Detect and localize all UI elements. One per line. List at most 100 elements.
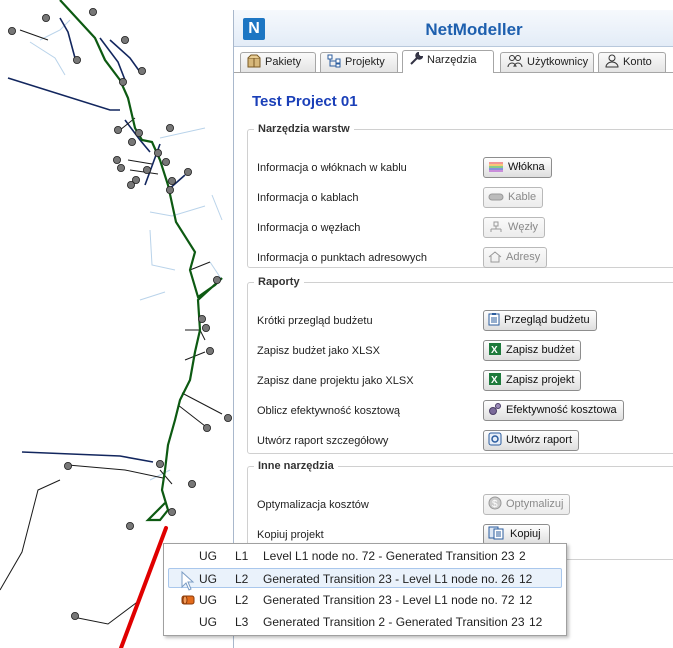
gears-icon (489, 403, 501, 415)
segment-count: 2 (519, 549, 526, 563)
section-reports: Raporty Krótki przegląd budżetu Przegląd… (247, 276, 673, 454)
button-label: Węzły (508, 221, 538, 233)
segment-selection-popup: UG L1 Level L1 node no. 72 - Generated T… (163, 543, 567, 636)
row-label: Zapisz budżet jako XLSX (257, 345, 380, 357)
tab-uzytkownicy[interactable]: Użytkownicy (500, 52, 594, 72)
segment-level: L2 (235, 572, 249, 586)
section-title: Inne narzędzia (258, 460, 334, 472)
package-icon (247, 54, 261, 68)
excel-icon: X (489, 373, 501, 386)
fibers-button[interactable]: Włókna (483, 157, 552, 178)
row-detailed-report: Utwórz raport szczegółowy Utwórz raport (257, 430, 667, 452)
popup-item-selected[interactable]: UG L2 Generated Transition 23 - Level L1… (168, 568, 562, 591)
button-label: Efektywność kosztowa (506, 404, 617, 416)
copy-button[interactable]: Kopiuj (483, 524, 550, 545)
distribution-lines (0, 29, 223, 625)
row-nodes-info: Informacja o węzłach Węzły (257, 217, 667, 239)
tab-narzedzia[interactable]: Narzędzia (402, 50, 494, 73)
trunk-line (59, 0, 223, 522)
segment-level: L2 (235, 593, 249, 607)
row-cost-efficiency: Oblicz efektywność kosztową Efektywność … (257, 400, 667, 422)
row-fibers-info: Informacja o włóknach w kablu Włókna (257, 157, 667, 179)
segment-name: Generated Transition 23 - Level L1 node … (263, 572, 515, 586)
budget-overview-button[interactable]: Przegląd budżetu (483, 310, 597, 331)
user-icon (605, 54, 619, 68)
addresses-button[interactable]: Adresy (483, 247, 548, 268)
svg-text:$: $ (492, 499, 498, 510)
svg-text:X: X (491, 345, 498, 356)
row-save-budget-xlsx: Zapisz budżet jako XLSX X Zapisz budżet (257, 340, 667, 362)
netmodeller-logo-icon: N (243, 18, 265, 40)
excel-icon: X (489, 343, 501, 356)
save-project-button[interactable]: X Zapisz projekt (483, 370, 582, 391)
tab-label: Konto (623, 56, 652, 68)
row-address-points-info: Informacja o punktach adresowych Adresy (257, 247, 667, 269)
row-label: Informacja o włóknach w kablu (257, 162, 407, 174)
popup-item[interactable]: UG L3 Generated Transition 2 - Generated… (168, 612, 562, 632)
cost-efficiency-button[interactable]: Efektywność kosztowa (483, 400, 624, 421)
section-title: Raporty (258, 276, 300, 288)
house-icon (488, 251, 502, 263)
row-label: Informacja o punktach adresowych (257, 252, 427, 264)
mouse-cursor-icon (181, 571, 195, 591)
app-title: NetModeller (425, 20, 523, 39)
save-budget-button[interactable]: X Zapisz budżet (483, 340, 582, 361)
copy-icon (488, 526, 504, 540)
tab-konto[interactable]: Konto (598, 52, 666, 72)
segment-type: UG (199, 572, 217, 586)
segment-count: 12 (519, 593, 533, 607)
section-title: Narzędzia warstw (258, 123, 350, 135)
cable-icon (488, 193, 504, 201)
segment-type: UG (199, 549, 217, 563)
segment-name: Generated Transition 23 - Level L1 node … (263, 593, 515, 607)
tab-label: Narzędzia (427, 54, 477, 66)
segment-type: UG (199, 615, 217, 629)
row-cost-optimization: Optymalizacja kosztów $ Optymalizuj (257, 494, 667, 516)
tab-pakiety[interactable]: Pakiety (240, 52, 316, 72)
tab-label: Projekty (345, 56, 385, 68)
users-icon (507, 55, 523, 68)
gear-icon (488, 432, 502, 446)
nodes-icon (490, 221, 502, 232)
row-label: Krótki przegląd budżetu (257, 315, 373, 327)
segment-name: Level L1 node no. 72 - Generated Transit… (263, 549, 515, 563)
feeder-lines (7, 17, 186, 463)
section-layer-tools: Narzędzia warstw Informacja o włóknach w… (247, 123, 673, 268)
project-tree-icon (327, 54, 341, 68)
row-label: Informacja o węzłach (257, 222, 361, 234)
segment-level: L3 (235, 615, 249, 629)
popup-item[interactable]: UG L1 Level L1 node no. 72 - Generated T… (168, 546, 562, 566)
button-label: Kable (508, 191, 537, 203)
dollar-icon: $ (488, 496, 502, 510)
button-label: Utwórz raport (506, 434, 573, 446)
svg-text:X: X (491, 375, 498, 386)
row-label: Informacja o kablach (257, 192, 359, 204)
popup-item[interactable]: UG L2 Generated Transition 23 - Level L1… (168, 590, 562, 610)
row-label: Kopiuj projekt (257, 529, 324, 541)
clipboard-icon (488, 313, 500, 326)
project-title: Test Project 01 (252, 93, 358, 110)
row-label: Zapisz dane projektu jako XLSX (257, 375, 414, 387)
tab-projekty[interactable]: Projekty (320, 52, 398, 72)
row-budget-overview: Krótki przegląd budżetu Przegląd budżetu (257, 310, 667, 332)
button-label: Zapisz budżet (506, 344, 575, 356)
tab-label: Pakiety (265, 56, 302, 68)
button-label: Adresy (506, 251, 541, 263)
wrench-icon (410, 51, 424, 65)
segment-count: 12 (529, 615, 543, 629)
nodes-button[interactable]: Węzły (483, 217, 545, 238)
optimize-button[interactable]: $ Optymalizuj (483, 494, 571, 515)
button-label: Optymalizuj (506, 498, 564, 510)
cables-button[interactable]: Kable (483, 187, 544, 208)
row-cables-info: Informacja o kablach Kable (257, 187, 667, 209)
app-header: N NetModeller (234, 10, 673, 47)
segment-type: UG (199, 593, 217, 607)
row-label: Oblicz efektywność kosztową (257, 405, 401, 417)
fibers-icon (489, 162, 503, 172)
tab-label: Użytkownicy (527, 56, 589, 68)
cable-drum-icon (181, 595, 195, 605)
row-save-project-xlsx: Zapisz dane projektu jako XLSX X Zapisz … (257, 370, 667, 392)
create-report-button[interactable]: Utwórz raport (483, 430, 580, 451)
highlight-arrow (119, 526, 168, 648)
segment-count: 12 (519, 572, 533, 586)
